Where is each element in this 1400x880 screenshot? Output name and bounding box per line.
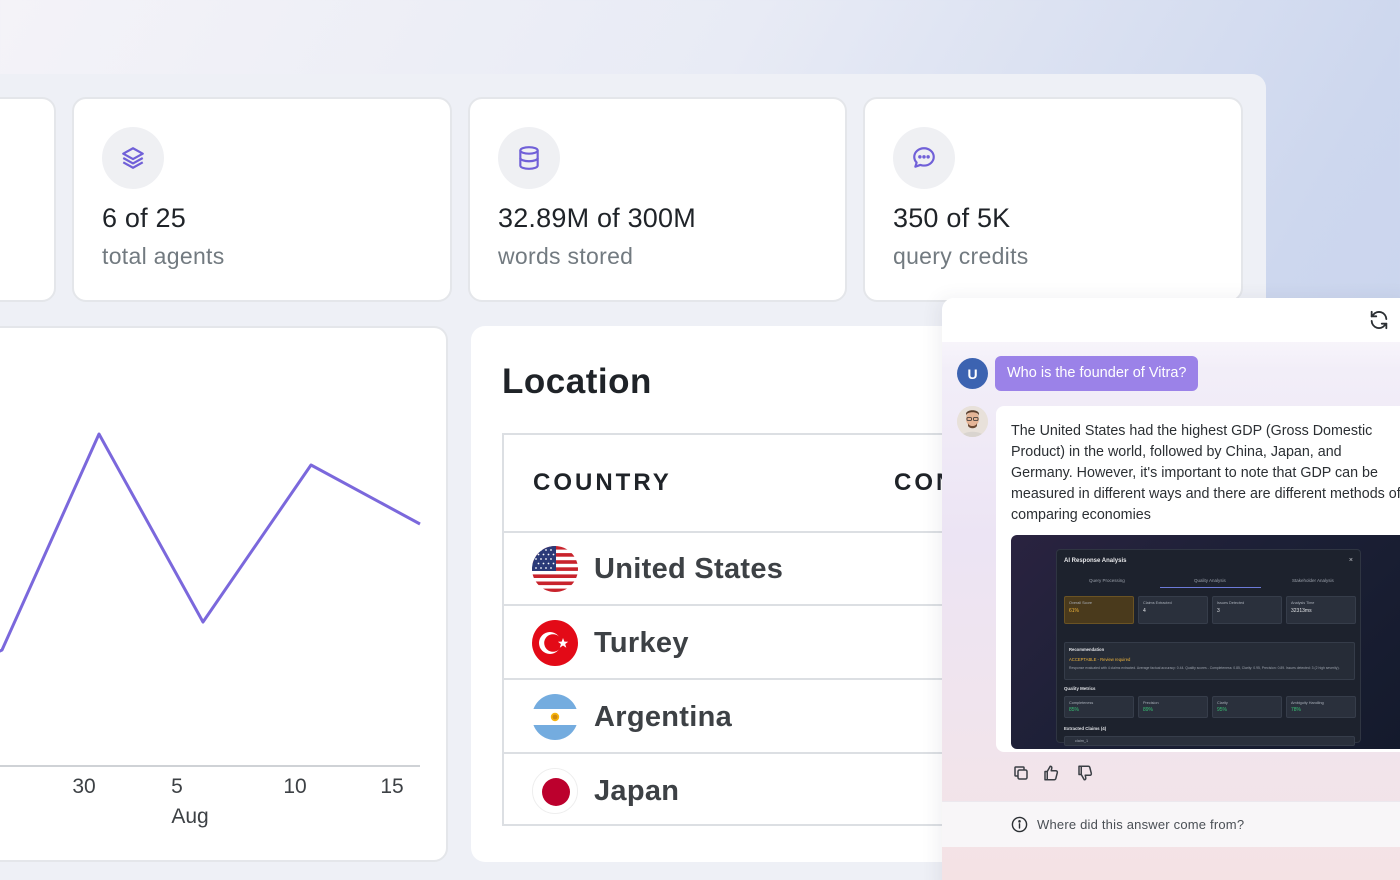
stat-card-agents: 6 of 25 total agents bbox=[72, 97, 452, 302]
analysis-window: AI Response Analysis × Query Processing … bbox=[1056, 549, 1361, 746]
thumbs-down-icon[interactable] bbox=[1076, 764, 1094, 782]
metric-value: 4 bbox=[1143, 608, 1146, 614]
metric-box: Overall Score 61% bbox=[1064, 596, 1134, 624]
line-chart: 30 5 10 15 Aug bbox=[0, 432, 421, 828]
claim-item: claim_1 bbox=[1075, 739, 1089, 743]
country-name: Turkey bbox=[594, 627, 689, 659]
refresh-icon[interactable] bbox=[1368, 309, 1390, 331]
user-message: Who is the founder of Vitra? bbox=[995, 356, 1199, 391]
metric-label: Claims Extracted bbox=[1143, 601, 1172, 605]
chart-x-tick-label: 30 bbox=[72, 775, 95, 798]
quality-label: Precision bbox=[1143, 701, 1159, 705]
analysis-title: AI Response Analysis bbox=[1064, 558, 1127, 564]
chart-x-axis-label: Aug bbox=[171, 805, 208, 828]
table-header: COUNTRY CON bbox=[504, 435, 972, 533]
quality-box: Clarity 95% bbox=[1212, 696, 1282, 718]
location-title: Location bbox=[502, 362, 652, 401]
chart-x-tick-label: 5 bbox=[171, 775, 183, 798]
country-name: Japan bbox=[594, 775, 680, 807]
bot-avatar bbox=[957, 406, 988, 437]
recommendation-value: ACCEPTABLE - Review required bbox=[1069, 657, 1131, 662]
layers-icon bbox=[102, 127, 164, 189]
quality-label: Clarity bbox=[1217, 701, 1228, 705]
metric-label: Overall Score bbox=[1069, 601, 1093, 605]
bot-answer-text: The United States had the highest GDP (G… bbox=[1011, 423, 1400, 523]
japan-flag-icon bbox=[532, 768, 578, 814]
active-tab-indicator bbox=[1160, 587, 1261, 588]
column-header-country[interactable]: COUNTRY bbox=[533, 469, 672, 497]
user-avatar: U bbox=[957, 358, 988, 389]
country-name: Argentina bbox=[594, 701, 733, 733]
line-chart-card: 30 5 10 15 Aug bbox=[0, 326, 448, 862]
stat-card-partial bbox=[0, 97, 56, 302]
answer-source-link[interactable]: Where did this answer come from? bbox=[942, 801, 1400, 847]
country-name: United States bbox=[594, 553, 784, 585]
quality-metrics-label: Quality Metrics bbox=[1064, 686, 1096, 691]
database-icon bbox=[498, 127, 560, 189]
metric-box: Claims Extracted 4 bbox=[1138, 596, 1208, 624]
table-row[interactable]: Turkey bbox=[504, 607, 972, 680]
stat-value: 6 of 25 bbox=[102, 203, 186, 233]
info-icon bbox=[1011, 816, 1028, 833]
metric-label: Issues Detected bbox=[1217, 601, 1245, 605]
chart-series-line bbox=[0, 432, 421, 653]
stat-label: total agents bbox=[102, 243, 225, 269]
close-icon: × bbox=[1348, 557, 1353, 564]
argentina-flag-icon bbox=[532, 694, 578, 740]
table-row[interactable]: Japan bbox=[504, 755, 972, 824]
stat-card-credits: 350 of 5K query credits bbox=[863, 97, 1243, 302]
metric-value: 61% bbox=[1069, 608, 1080, 614]
stat-label: query credits bbox=[893, 243, 1029, 269]
stat-card-words: 32.89M of 300M words stored bbox=[468, 97, 847, 302]
analysis-tab: Quality Analysis bbox=[1194, 578, 1226, 583]
metric-box: Analysis Time 32313ms bbox=[1286, 596, 1356, 624]
quality-value: 89% bbox=[1143, 707, 1154, 713]
quality-box: Ambiguity Handling 78% bbox=[1286, 696, 1356, 718]
bot-message: The United States had the highest GDP (G… bbox=[996, 406, 1400, 752]
thumbs-up-icon[interactable] bbox=[1042, 764, 1060, 782]
recommendation-detail: Response evaluated with 4 claims extract… bbox=[1069, 666, 1340, 670]
metric-box: Issues Detected 3 bbox=[1212, 596, 1282, 624]
quality-value: 85% bbox=[1069, 707, 1080, 713]
quality-value: 78% bbox=[1291, 707, 1302, 713]
quality-box: Completeness 85% bbox=[1064, 696, 1134, 718]
metric-value: 3 bbox=[1217, 608, 1220, 614]
stat-value: 350 of 5K bbox=[893, 203, 1011, 233]
location-card: Location COUNTRY CON United States Turke… bbox=[471, 326, 972, 862]
claims-label: Extracted Claims (4) bbox=[1064, 726, 1107, 731]
quality-label: Completeness bbox=[1069, 701, 1094, 705]
recommendation-label: Recommendation bbox=[1069, 647, 1105, 652]
chart-x-tick-label: 15 bbox=[380, 775, 403, 798]
analysis-tab: Query Processing bbox=[1089, 578, 1125, 583]
us-flag-icon bbox=[532, 546, 578, 592]
location-table: COUNTRY CON United States Turkey Argenti… bbox=[502, 433, 972, 826]
chat-bubble-icon bbox=[893, 127, 955, 189]
claim-row: claim_1 bbox=[1064, 736, 1355, 746]
metric-value: 32313ms bbox=[1291, 608, 1312, 614]
chart-x-tick-label: 10 bbox=[283, 775, 306, 798]
answer-source-text: Where did this answer come from? bbox=[1037, 817, 1245, 832]
recommendation-box: Recommendation ACCEPTABLE - Review requi… bbox=[1064, 642, 1355, 680]
turkey-flag-icon bbox=[532, 620, 578, 666]
quality-label: Ambiguity Handling bbox=[1291, 701, 1324, 705]
analysis-tab: Stakeholder Analysis bbox=[1292, 578, 1334, 583]
metric-label: Analysis Time bbox=[1291, 601, 1315, 605]
stat-value: 32.89M of 300M bbox=[498, 203, 696, 233]
table-row[interactable]: United States bbox=[504, 533, 972, 606]
chat-topbar bbox=[942, 298, 1400, 342]
quality-value: 95% bbox=[1217, 707, 1228, 713]
embedded-screenshot[interactable]: AI Response Analysis × Query Processing … bbox=[1011, 535, 1400, 749]
stat-label: words stored bbox=[498, 243, 634, 269]
copy-icon[interactable] bbox=[1012, 764, 1030, 782]
quality-box: Precision 89% bbox=[1138, 696, 1208, 718]
chat-panel: U Who is the founder of Vitra? The Unite… bbox=[942, 298, 1400, 880]
table-row[interactable]: Argentina bbox=[504, 681, 972, 754]
